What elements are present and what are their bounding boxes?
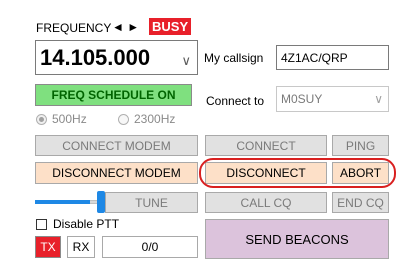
- connect-to-select[interactable]: M0SUY ∨: [276, 86, 389, 112]
- rx-indicator: RX: [67, 236, 95, 258]
- frequency-select[interactable]: 14.105.000 ∨: [35, 40, 198, 75]
- checkbox-icon: [36, 218, 47, 230]
- radio-500hz-label: 500Hz: [52, 112, 87, 126]
- connect-button[interactable]: CONNECT: [205, 135, 327, 156]
- slider-fill: [35, 200, 90, 204]
- chevron-down-icon[interactable]: ∨: [181, 53, 191, 69]
- connect-to-label: Connect to: [206, 94, 265, 108]
- busy-badge: BUSY: [149, 18, 192, 35]
- radio-dot-icon: [36, 113, 47, 125]
- disable-ptt-label: Disable PTT: [53, 217, 120, 231]
- radio-2300hz[interactable]: 2300Hz: [118, 111, 198, 127]
- frequency-arrow-icons[interactable]: ◄ ►: [112, 20, 139, 34]
- freq-schedule-button[interactable]: FREQ SCHEDULE ON: [35, 84, 192, 106]
- send-beacons-button[interactable]: SEND BEACONS: [205, 219, 389, 259]
- call-cq-button[interactable]: CALL CQ: [205, 192, 327, 213]
- disable-ptt-checkbox[interactable]: Disable PTT: [36, 216, 146, 232]
- tune-button[interactable]: TUNE: [105, 192, 198, 213]
- radio-2300hz-label: 2300Hz: [134, 112, 176, 126]
- end-cq-button[interactable]: END CQ: [332, 192, 389, 213]
- callsign-label: My callsign: [204, 51, 264, 65]
- radio-circle-icon: [118, 113, 129, 125]
- radio-500hz[interactable]: 500Hz: [36, 111, 116, 127]
- ping-button[interactable]: PING: [332, 135, 389, 156]
- connect-modem-button[interactable]: CONNECT MODEM: [35, 135, 198, 156]
- chevron-down-icon[interactable]: ∨: [374, 92, 383, 106]
- highlight-outline: [199, 158, 396, 188]
- tx-indicator: TX: [35, 236, 61, 258]
- frequency-arrows[interactable]: ◄ ►: [112, 20, 139, 34]
- callsign-input[interactable]: 4Z1AC/QRP: [276, 45, 389, 70]
- callsign-value: 4Z1AC/QRP: [281, 50, 348, 65]
- tx-rx-counter: 0/0: [102, 236, 198, 258]
- connect-to-value: M0SUY: [281, 92, 323, 106]
- frequency-value: 14.105.000: [40, 44, 151, 70]
- disconnect-modem-button[interactable]: DISCONNECT MODEM: [35, 162, 198, 184]
- frequency-label: FREQUENCY: [36, 21, 112, 35]
- slider-thumb[interactable]: [97, 191, 105, 213]
